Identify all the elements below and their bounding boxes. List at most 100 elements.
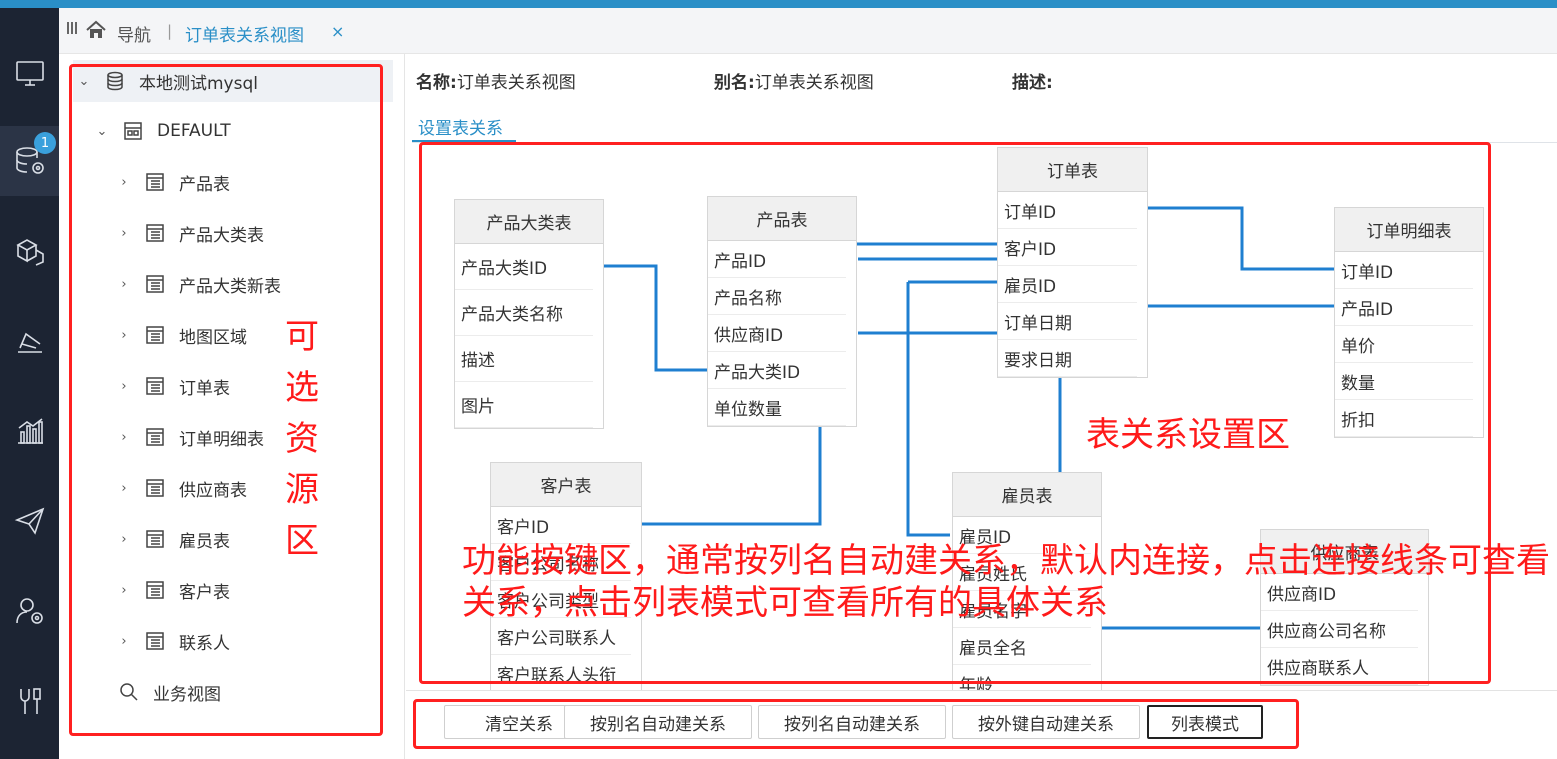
tab-separator: | — [167, 22, 173, 40]
table-column[interactable]: 客户ID — [998, 229, 1137, 266]
tab-close-icon[interactable]: × — [331, 22, 344, 41]
chevron-right-icon[interactable]: › — [117, 226, 131, 241]
table-column[interactable]: 描述 — [455, 336, 593, 382]
tree-node-table[interactable]: › 产品表 — [117, 169, 230, 195]
chevron-right-icon[interactable]: › — [117, 583, 131, 598]
table-column[interactable]: 雇员全名 — [953, 628, 1091, 665]
table-column[interactable]: 产品大类ID — [708, 352, 846, 389]
tree-node-table[interactable]: › 客户表 — [117, 577, 230, 603]
list-mode-button[interactable]: 列表模式 — [1147, 705, 1263, 739]
bar-chart-icon — [17, 418, 43, 444]
tree-node-schema[interactable]: ⌄ DEFAULT — [95, 118, 231, 144]
table-card-category[interactable]: 产品大类表 产品大类ID 产品大类名称 描述 图片 — [454, 199, 604, 429]
chevron-right-icon[interactable]: › — [117, 379, 131, 394]
desc-label: 描述: — [1012, 73, 1053, 93]
chevron-down-icon[interactable]: ⌄ — [95, 124, 109, 139]
tree-node-table[interactable]: › 联系人 — [117, 628, 230, 654]
chevron-right-icon[interactable]: › — [117, 430, 131, 445]
nav-tools[interactable] — [0, 666, 59, 736]
table-icon — [146, 377, 164, 395]
schema-icon — [124, 122, 142, 140]
table-column[interactable]: 产品大类名称 — [455, 290, 593, 336]
table-column[interactable]: 年龄 — [953, 665, 1091, 691]
table-column[interactable]: 数量 — [1335, 363, 1473, 400]
tree-node-label: 地图区域 — [179, 327, 247, 348]
table-column[interactable]: 供应商ID — [708, 315, 846, 352]
user-gear-icon — [15, 598, 43, 624]
auto-relate-by-foreign-key-button[interactable]: 按外键自动建关系 — [952, 705, 1140, 739]
tree-node-table[interactable]: › 订单明细表 — [117, 424, 264, 450]
tab-order-relation-view[interactable]: 订单表关系视图 — [185, 21, 304, 46]
tree-node-label: 业务视图 — [153, 684, 221, 705]
tree-node-datasource[interactable]: ⌄ 本地测试mysql — [73, 60, 393, 102]
table-column[interactable]: 产品大类ID — [455, 244, 593, 290]
tree-node-table[interactable]: › 供应商表 — [117, 475, 247, 501]
monitor-icon — [15, 61, 44, 86]
chevron-right-icon[interactable]: › — [117, 634, 131, 649]
table-column[interactable]: 订单ID — [998, 192, 1137, 229]
table-column[interactable]: 单价 — [1335, 326, 1473, 363]
table-column[interactable]: 雇员ID — [998, 266, 1137, 303]
table-column[interactable]: 图片 — [455, 382, 593, 428]
chevron-right-icon[interactable]: › — [117, 175, 131, 190]
tree-node-table[interactable]: › 产品大类表 — [117, 220, 264, 246]
name-value: 订单表关系视图 — [456, 73, 576, 93]
tree-node-label: 产品大类表 — [179, 225, 264, 246]
auto-relate-by-column-button[interactable]: 按列名自动建关系 — [758, 705, 946, 739]
nav-chart[interactable] — [0, 396, 59, 466]
tools-icon — [19, 688, 41, 714]
table-column[interactable]: 客户ID — [491, 507, 631, 544]
chevron-right-icon[interactable]: › — [117, 481, 131, 496]
table-column[interactable]: 供应商联系人 — [1261, 648, 1418, 685]
table-column[interactable]: 折扣 — [1335, 400, 1473, 437]
table-card-order-detail[interactable]: 订单明细表 订单ID 产品ID 单价 数量 折扣 — [1334, 207, 1484, 438]
nav-publish[interactable] — [0, 486, 59, 556]
table-card-title: 订单表 — [998, 148, 1147, 192]
table-column[interactable]: 单位数量 — [708, 389, 846, 426]
chevron-down-icon[interactable]: ⌄ — [77, 74, 91, 89]
table-icon — [146, 224, 164, 242]
nav-monitor[interactable] — [0, 38, 59, 108]
chevron-right-icon[interactable]: › — [117, 328, 131, 343]
tab-bar: 导航 | 订单表关系视图 × — [59, 8, 1557, 54]
table-column[interactable]: 订单ID — [1335, 252, 1473, 289]
nav-user-settings[interactable] — [0, 576, 59, 646]
tree-node-business-view[interactable]: 业务视图 — [119, 679, 221, 705]
chevron-right-icon[interactable]: › — [117, 277, 131, 292]
table-column[interactable]: 产品名称 — [708, 278, 846, 315]
table-column[interactable]: 客户联系人头衔 — [491, 655, 631, 690]
table-card-title: 产品表 — [708, 197, 856, 241]
table-card-title: 雇员表 — [953, 473, 1101, 517]
alias-value: 订单表关系视图 — [754, 73, 874, 93]
table-card-order[interactable]: 订单表 订单ID 客户ID 雇员ID 订单日期 要求日期 — [997, 147, 1148, 378]
menu-toggle-icon[interactable] — [67, 22, 79, 36]
table-column[interactable]: 产品ID — [1335, 289, 1473, 326]
view-description: 描述: — [1012, 68, 1053, 93]
auto-relate-by-alias-button[interactable]: 按别名自动建关系 — [564, 705, 752, 739]
canvas-annotation-text: 表关系设置区 — [1086, 415, 1290, 455]
tree-node-table[interactable]: › 地图区域 — [117, 322, 247, 348]
tab-set-relations[interactable]: 设置表关系 — [418, 114, 503, 139]
tree-node-table[interactable]: › 雇员表 — [117, 526, 230, 552]
relation-line — [906, 282, 950, 537]
table-column[interactable]: 订单日期 — [998, 303, 1137, 340]
tree-node-label: 雇员表 — [179, 531, 230, 552]
nav-data-source[interactable]: 1 — [0, 126, 59, 196]
table-card-title: 客户表 — [491, 463, 641, 507]
table-card-product[interactable]: 产品表 产品ID 产品名称 供应商ID 产品大类ID 单位数量 — [707, 196, 857, 427]
chevron-right-icon[interactable]: › — [117, 532, 131, 547]
table-column[interactable]: 产品ID — [708, 241, 846, 278]
tree-node-table[interactable]: › 产品大类新表 — [117, 271, 281, 297]
nav-report[interactable] — [0, 306, 59, 376]
home-icon[interactable] — [85, 19, 107, 41]
tree-node-label: 客户表 — [179, 582, 230, 603]
relation-line — [1148, 206, 1334, 271]
table-column[interactable]: 要求日期 — [998, 340, 1137, 377]
tree-node-table[interactable]: › 订单表 — [117, 373, 230, 399]
notification-badge: 1 — [34, 132, 56, 154]
function-button-bar: 清空关系 按别名自动建关系 按列名自动建关系 按外键自动建关系 列表模式 — [406, 690, 1557, 759]
nav-cubes[interactable] — [0, 216, 59, 286]
tree-node-label: 联系人 — [179, 633, 230, 654]
alias-label: 别名: — [714, 73, 755, 93]
nav-home-link[interactable]: 导航 — [117, 21, 151, 46]
